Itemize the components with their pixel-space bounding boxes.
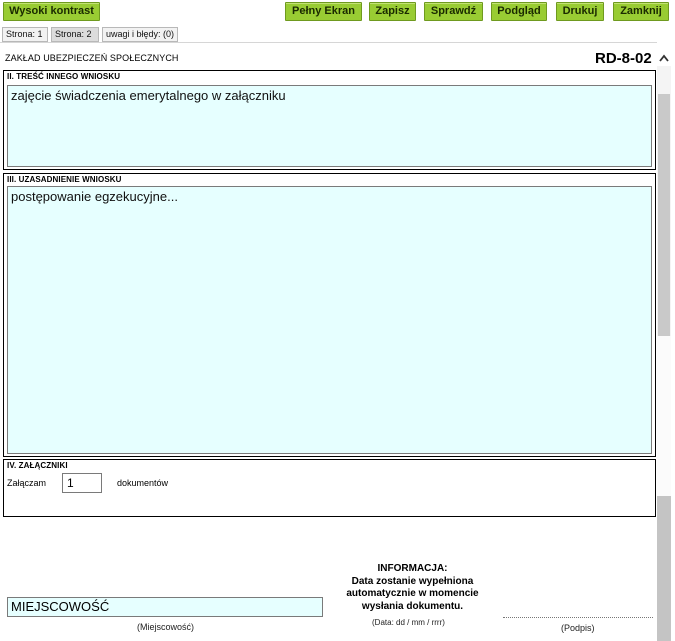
section-title: II. TREŚĆ INNEGO WNIOSKU [7,72,121,81]
tab-page-1[interactable]: Strona: 1 [2,27,48,42]
scroll-thumb[interactable] [658,94,670,336]
signature-caption: (Podpis) [561,623,595,633]
institution-name: ZAKŁAD UBEZPIECZEŃ SPOŁECZNYCH [5,53,179,63]
attach-suffix-label: dokumentów [117,478,169,488]
info-line: automatycznie w momencie [346,588,479,599]
section-title: IV. ZAŁĄCZNIKI [7,461,68,470]
section-request-content: II. TREŚĆ INNEGO WNIOSKU zajęcie świadcz… [3,70,656,170]
preview-button[interactable]: Podgląd [491,2,547,21]
tab-page-2[interactable]: Strona: 2 [51,27,99,42]
high-contrast-button[interactable]: Wysoki kontrast [3,2,100,21]
signature-line [503,617,653,618]
request-content-textarea[interactable]: zajęcie świadczenia emerytalnego w załąc… [7,85,652,167]
justification-textarea[interactable]: postępowanie egzekucyjne... [7,186,652,454]
section-attachments: IV. ZAŁĄCZNIKI Załączam 1 dokumentów [3,459,656,517]
attach-prefix-label: Załączam [7,478,47,488]
date-info: INFORMACJA: Data zostanie wypełniona aut… [330,563,495,613]
info-line: Data zostanie wypełniona [351,575,474,587]
section-justification: III. UZASADNIENIE WNIOSKU postępowanie e… [3,173,656,457]
vertical-scrollbar[interactable] [657,66,671,641]
attachments-count-input[interactable]: 1 [62,473,102,493]
info-line: wysłania dokumentu. [361,600,464,612]
scroll-thumb-lower[interactable] [657,496,671,641]
tabs-divider [0,42,657,43]
date-caption: (Data: dd / mm / rrrr) [372,618,445,627]
info-title: INFORMACJA: [377,563,448,574]
fullscreen-button[interactable]: Pełny Ekran [285,2,362,21]
tab-remarks-errors[interactable]: uwagi i błędy: (0) [102,27,178,42]
chevron-up-icon[interactable] [657,51,671,65]
save-button[interactable]: Zapisz [369,2,416,21]
scroll-track-gap [657,336,671,496]
close-button[interactable]: Zamknij [613,2,669,21]
place-input[interactable]: MIEJSCOWOŚĆ [7,597,323,617]
place-caption: (Miejscowość) [137,622,195,632]
section-title: III. UZASADNIENIE WNIOSKU [7,175,122,184]
check-button[interactable]: Sprawdź [424,2,483,21]
print-button[interactable]: Drukuj [556,2,604,21]
form-code: RD-8-02 [595,50,652,67]
toolbar: Wysoki kontrast Pełny Ekran Zapisz Spraw… [0,0,675,24]
